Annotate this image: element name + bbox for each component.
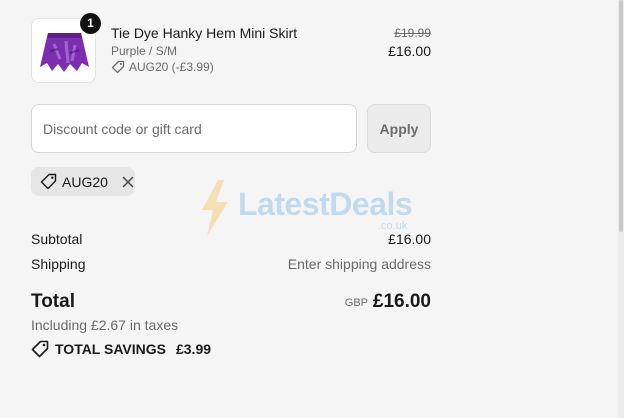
discount-code-input[interactable]	[31, 104, 357, 153]
shipping-value: Enter shipping address	[287, 256, 431, 272]
lightning-bolt-icon	[202, 180, 228, 236]
tag-icon	[40, 173, 57, 190]
savings-tag-icon	[31, 340, 49, 358]
total-amount: £16.00	[372, 291, 431, 312]
close-icon	[122, 176, 134, 187]
product-title: Tie Dye Hanky Hem Mini Skirt	[111, 25, 298, 41]
subtotal-value: £16.00	[388, 231, 431, 247]
savings-label: TOTAL SAVINGS	[55, 341, 166, 357]
product-discount-label: AUG20 (-£3.99)	[129, 60, 214, 74]
savings-amount: £3.99	[175, 341, 212, 357]
applied-discount-chip: AUG20	[31, 167, 135, 196]
total-savings: TOTAL SAVINGS £3.99	[31, 340, 211, 358]
quantity-badge: 1	[80, 13, 101, 34]
remove-discount-button[interactable]	[122, 176, 134, 188]
product-discount: AUG20 (-£3.99)	[111, 60, 214, 74]
scrollbar-track[interactable]	[618, 0, 624, 418]
total-label: Total	[31, 291, 75, 312]
price-current: £16.00	[388, 43, 431, 59]
shipping-label: Shipping	[31, 256, 86, 272]
price-original: £19.99	[394, 26, 431, 40]
scrollbar-thumb[interactable]	[619, 0, 623, 232]
line-item: 1 Tie Dye Hanky Hem Mini Skirt Purple / …	[31, 13, 431, 84]
tag-icon	[111, 60, 125, 74]
product-variant: Purple / S/M	[111, 44, 178, 58]
apply-button[interactable]: Apply	[367, 104, 431, 153]
taxes-note: Including £2.67 in taxes	[31, 317, 179, 333]
total-currency: GBP	[344, 297, 368, 309]
watermark-logo: LatestDeals	[238, 186, 413, 222]
applied-code-label: AUG20	[62, 173, 108, 190]
subtotal-label: Subtotal	[31, 231, 83, 247]
